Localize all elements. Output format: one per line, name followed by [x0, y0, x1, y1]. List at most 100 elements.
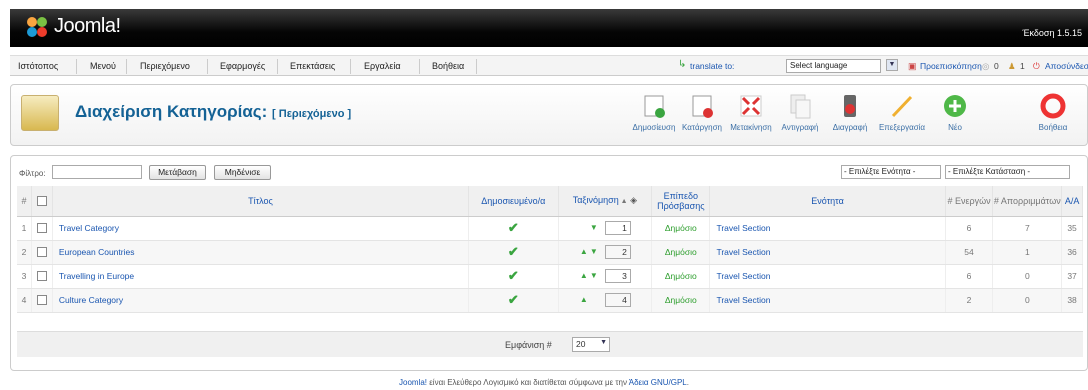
filter-input[interactable] — [52, 165, 142, 179]
row-title-link[interactable]: Culture Category — [59, 295, 123, 305]
row-title-cell: Travel Category — [52, 216, 470, 241]
page-title: Διαχείριση Κατηγορίας: [ Περιεχόμενο ] — [75, 102, 351, 122]
order-input[interactable]: 4 — [604, 293, 631, 307]
row-section-link[interactable]: Travel Section — [716, 223, 770, 233]
messages-count[interactable]: 0 — [994, 61, 999, 71]
unpublish-icon — [689, 93, 715, 119]
col-num: # — [17, 186, 33, 217]
state-filter-value: - Επιλέξτε Κατάσταση - — [948, 167, 1031, 176]
language-select[interactable]: Select language — [786, 59, 881, 73]
messages-icon: ◎ — [982, 61, 990, 71]
col-ordering[interactable]: Ταξινόμηση ▲ ◈ — [558, 186, 653, 217]
row-section-cell: Travel Section — [709, 264, 946, 289]
row-checkbox[interactable] — [36, 247, 47, 258]
order-input[interactable]: 1 — [604, 221, 631, 235]
row-active: 2 — [945, 288, 994, 313]
published-check-icon[interactable]: ✔ — [508, 268, 519, 283]
menu-extensions[interactable]: Επεκτάσεις — [290, 61, 335, 71]
col-title[interactable]: Τίτλος — [52, 186, 470, 217]
menu-content[interactable]: Περιεχόμενο — [140, 61, 190, 71]
row-checkbox[interactable] — [36, 223, 47, 234]
logout-icon: ⏻ — [1033, 61, 1040, 71]
menu-separator — [126, 59, 127, 74]
new-button[interactable]: Νέο — [924, 93, 986, 132]
row-section-link[interactable]: Travel Section — [716, 295, 770, 305]
row-title-link[interactable]: European Countries — [59, 247, 135, 257]
menu-help[interactable]: Βοήθεια — [432, 61, 464, 71]
gpl-link[interactable]: Άδεια GNU/GPL — [629, 378, 687, 387]
row-access-link[interactable]: Δημόσιο — [665, 223, 697, 233]
translate-label: translate to: — [690, 61, 735, 71]
menu-tools[interactable]: Εργαλεία — [364, 61, 401, 71]
preview-link[interactable]: Προεπισκόπηση — [920, 61, 982, 71]
row-active: 6 — [945, 264, 994, 289]
toolbar-box: Διαχείριση Κατηγορίας: [ Περιεχόμενο ] Δ… — [10, 84, 1088, 146]
order-down-icon[interactable]: ▼ — [589, 223, 599, 232]
row-checkbox[interactable] — [36, 271, 47, 282]
display-num-value: 20 — [576, 339, 586, 349]
row-trashed: 7 — [992, 216, 1063, 241]
menu-site[interactable]: Ιστότοπος — [18, 61, 58, 71]
display-num-select[interactable]: 20 ▼ — [572, 337, 610, 352]
table-row: 2 European Countries ✔ ▲ ▼ 2 Δημόσιο Trave… — [17, 240, 1083, 265]
state-filter-select[interactable]: - Επιλέξτε Κατάσταση - — [945, 165, 1070, 179]
row-access-cell: Δημόσιο — [651, 240, 711, 265]
row-num: 2 — [17, 240, 33, 265]
users-icon: ♟ — [1008, 61, 1016, 71]
col-section[interactable]: Ενότητα — [709, 186, 946, 217]
row-id: 38 — [1061, 288, 1083, 313]
joomla-link[interactable]: Joomla! — [399, 378, 427, 387]
language-dropdown-icon[interactable]: ▼ — [886, 59, 898, 71]
row-access-link[interactable]: Δημόσιο — [665, 271, 697, 281]
edit-icon — [889, 93, 915, 119]
reset-button[interactable]: Μηδένισε — [214, 165, 271, 180]
row-section-cell: Travel Section — [709, 288, 946, 313]
order-down-icon[interactable]: ▼ — [589, 247, 599, 256]
menu-separator — [76, 59, 77, 74]
order-down-icon[interactable]: ▼ — [589, 271, 599, 280]
translate-icon: ↳ — [678, 59, 687, 70]
footer-end: . — [686, 378, 689, 387]
move-icon — [738, 93, 764, 119]
new-label: Νέο — [948, 123, 962, 132]
order-up-icon[interactable]: ▲ — [579, 247, 589, 256]
row-section-link[interactable]: Travel Section — [716, 271, 770, 281]
table-row: 4 Culture Category ✔ ▲ 4 Δημόσιο Travel S… — [17, 288, 1083, 313]
logout-link[interactable]: Αποσύνδεση — [1045, 61, 1088, 71]
menu-components[interactable]: Εφαρμογές — [220, 61, 265, 71]
row-checkbox-cell — [31, 240, 53, 265]
row-section-link[interactable]: Travel Section — [716, 247, 770, 257]
go-button[interactable]: Μετάβαση — [149, 165, 206, 180]
row-access-link[interactable]: Δημόσιο — [665, 247, 697, 257]
row-section-cell: Travel Section — [709, 240, 946, 265]
col-id[interactable]: A/A — [1061, 186, 1083, 217]
order-input[interactable]: 2 — [604, 245, 631, 259]
check-all-checkbox[interactable] — [36, 196, 47, 207]
row-num: 3 — [17, 264, 33, 289]
published-check-icon[interactable]: ✔ — [508, 244, 519, 259]
copy-icon — [787, 93, 813, 119]
joomla-logo-icon — [27, 17, 47, 37]
row-title-link[interactable]: Travel Category — [59, 223, 119, 233]
save-order-icon[interactable]: ◈ — [628, 195, 637, 205]
order-up-icon[interactable]: ▲ — [579, 295, 589, 304]
menu-menus[interactable]: Μενού — [90, 61, 116, 71]
row-access-link[interactable]: Δημόσιο — [665, 295, 697, 305]
users-count[interactable]: 1 — [1020, 61, 1025, 71]
col-access[interactable]: Επίπεδο Πρόσβασης — [651, 186, 711, 217]
published-check-icon[interactable]: ✔ — [508, 220, 519, 235]
row-id: 37 — [1061, 264, 1083, 289]
category-manager-icon — [21, 95, 59, 131]
table-header-row: # Τίτλος Δημοσιευμένο/α Ταξινόμηση ▲ ◈ Ε… — [17, 186, 1083, 217]
order-up-icon[interactable]: ▲ — [579, 271, 589, 280]
row-order-cell: ▼ 1 — [558, 216, 653, 241]
section-filter-select[interactable]: - Επιλέξτε Ενότητα - — [841, 165, 941, 179]
col-published[interactable]: Δημοσιευμένο/α — [468, 186, 559, 217]
row-trashed: 0 — [992, 264, 1063, 289]
help-button[interactable]: Βοήθεια — [1022, 93, 1084, 132]
row-title-cell: Culture Category — [52, 288, 470, 313]
published-check-icon[interactable]: ✔ — [508, 292, 519, 307]
order-input[interactable]: 3 — [604, 269, 631, 283]
row-title-link[interactable]: Travelling in Europe — [59, 271, 134, 281]
row-checkbox[interactable] — [36, 295, 47, 306]
